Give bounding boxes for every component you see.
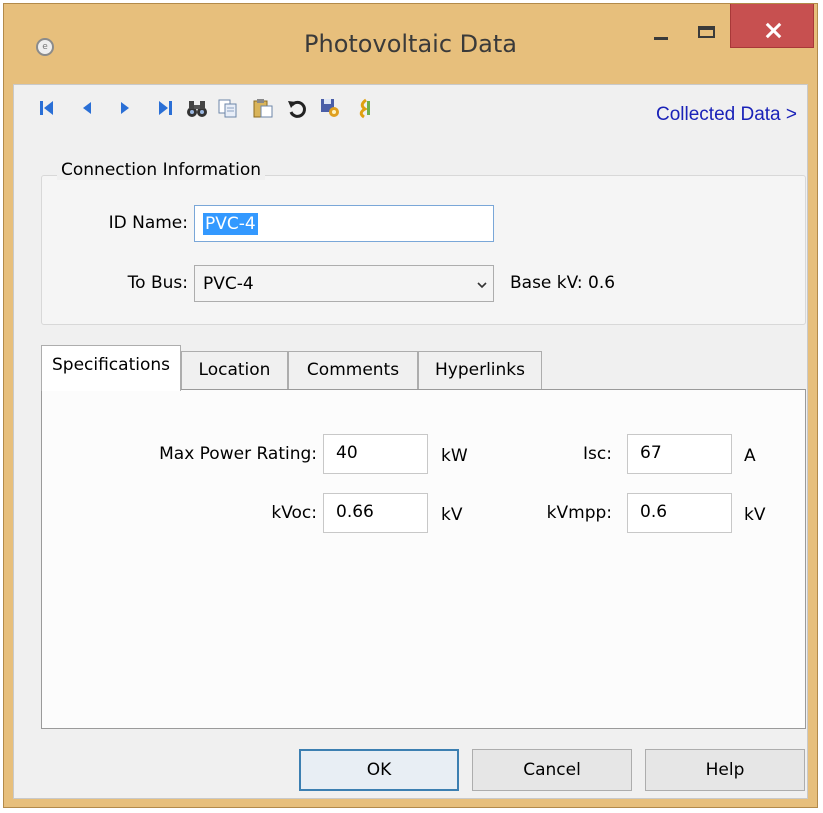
specifications-panel: Max Power Rating: 40 kW Isc: 67 A kVoc: … [41, 389, 806, 729]
connection-information-label: Connection Information [57, 160, 265, 180]
collected-data-link[interactable]: Collected Data > [656, 104, 797, 126]
previous-record-icon[interactable] [76, 97, 98, 119]
connection-information-group [41, 175, 806, 325]
to-bus-label: To Bus: [127, 273, 188, 293]
tab-comments[interactable]: Comments [288, 351, 418, 389]
help-button[interactable]: Help [645, 749, 805, 791]
title-bar[interactable]: e Photovoltaic Data [4, 4, 817, 84]
next-record-icon[interactable] [114, 97, 136, 119]
to-bus-dropdown[interactable]: PVC-4 [194, 265, 494, 302]
max-power-unit: kW [441, 446, 468, 466]
id-name-label: ID Name: [108, 213, 188, 233]
last-record-icon[interactable] [154, 97, 176, 119]
kvmpp-unit: kV [744, 505, 766, 525]
tab-hyperlinks[interactable]: Hyperlinks [418, 351, 542, 389]
ok-button[interactable]: OK [299, 749, 459, 791]
isc-unit: A [744, 446, 756, 466]
id-name-value: PVC-4 [203, 213, 258, 235]
isc-input[interactable]: 67 [627, 434, 732, 474]
maximize-button[interactable] [684, 4, 730, 48]
kvoc-unit: kV [441, 505, 463, 525]
max-power-rating-input[interactable]: 40 [323, 434, 428, 474]
wizard-icon[interactable] [354, 97, 376, 119]
close-button[interactable] [730, 4, 814, 48]
first-record-icon[interactable] [36, 97, 58, 119]
photovoltaic-data-window: e Photovoltaic Data Collected Data > Con… [3, 3, 818, 808]
kvoc-input[interactable]: 0.66 [323, 493, 428, 533]
isc-label: Isc: [583, 444, 612, 464]
tab-specifications[interactable]: Specifications [41, 345, 181, 391]
kvmpp-input[interactable]: 0.6 [627, 493, 732, 533]
kvoc-label: kVoc: [271, 503, 317, 523]
to-bus-value: PVC-4 [203, 274, 254, 294]
max-power-rating-label: Max Power Rating: [159, 444, 317, 464]
chevron-down-icon [477, 282, 487, 289]
find-icon[interactable] [186, 97, 208, 119]
paste-icon[interactable] [252, 97, 274, 119]
save-settings-icon[interactable] [319, 97, 341, 119]
dialog-client-area: Collected Data > Connection Information … [13, 84, 808, 799]
copy-icon[interactable] [217, 97, 239, 119]
kvmpp-label: kVmpp: [546, 503, 612, 523]
undo-icon[interactable] [286, 97, 308, 119]
tab-location[interactable]: Location [181, 351, 288, 389]
id-name-input[interactable]: PVC-4 [194, 205, 494, 242]
minimize-button[interactable] [636, 4, 684, 48]
cancel-button[interactable]: Cancel [472, 749, 632, 791]
base-kv-label: Base kV: 0.6 [510, 273, 616, 293]
toolbar: Collected Data > [14, 85, 807, 135]
